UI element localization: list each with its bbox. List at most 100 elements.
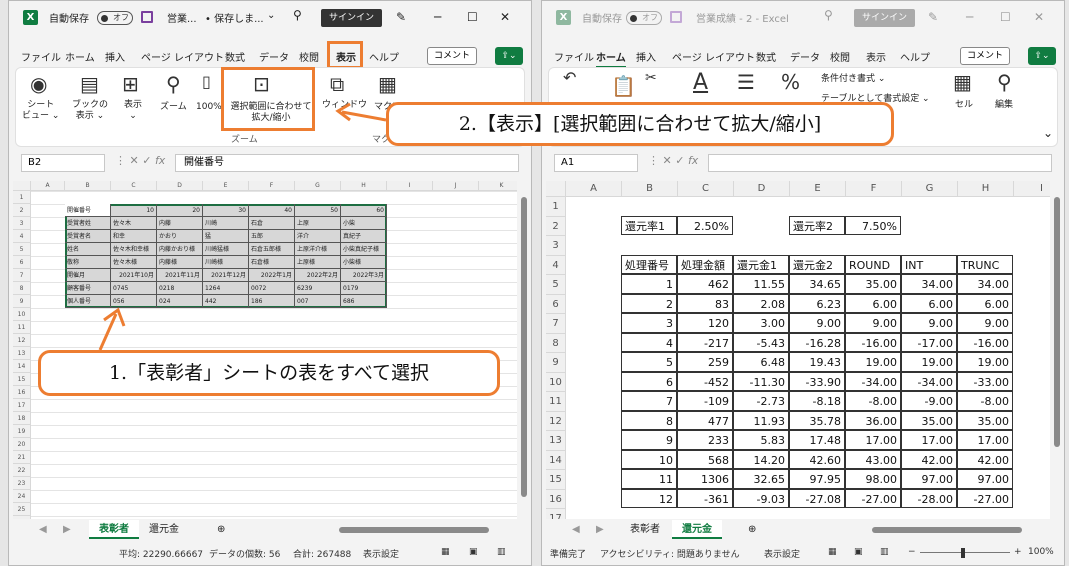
maximize-icon[interactable]: ☐ [1000, 10, 1011, 24]
table-cell[interactable]: ROUND [845, 254, 901, 274]
table-cell[interactable]: 17.00 [957, 430, 1013, 450]
table-cell[interactable]: 19.00 [957, 352, 1013, 372]
table-cell[interactable]: 処理金額 [677, 254, 733, 274]
table-cell[interactable]: 17.00 [901, 430, 957, 450]
table-cell[interactable]: -361 [677, 488, 733, 508]
vertical-scrollbar[interactable] [519, 181, 529, 519]
font-color-icon[interactable]: A [693, 70, 708, 95]
select-all-corner[interactable] [13, 181, 31, 191]
table-cell[interactable]: 30 [203, 204, 249, 217]
table-cell[interactable]: 568 [677, 449, 733, 469]
row-header[interactable]: 5 [546, 275, 566, 295]
row-header[interactable]: 11 [546, 392, 566, 412]
table-cell[interactable]: 477 [677, 410, 733, 430]
table-cell[interactable]: 50 [295, 204, 341, 217]
normal-view-icon[interactable]: ▦ [441, 547, 450, 557]
close-icon[interactable]: ✕ [1034, 10, 1044, 24]
minimize-icon[interactable]: ─ [434, 10, 441, 24]
display-settings-button[interactable]: 表示設定 [764, 547, 800, 560]
table-cell[interactable]: 19.00 [845, 352, 901, 372]
column-header[interactable]: K [479, 181, 517, 191]
table-cell[interactable]: 小柴様 [341, 256, 387, 269]
menu-review[interactable]: 校閲 [830, 49, 850, 64]
horizontal-scrollbar[interactable] [339, 527, 489, 533]
sheet-view-button[interactable]: シート ビュー ⌄ [22, 100, 59, 122]
table-cell[interactable]: 3.00 [733, 313, 789, 333]
table-cell[interactable]: 9.00 [789, 313, 845, 333]
table-cell[interactable]: 内藤かおり様 [157, 243, 203, 256]
zoom-slider[interactable] [920, 552, 1010, 553]
row-header[interactable]: 3 [13, 217, 31, 230]
table-cell[interactable]: -109 [677, 391, 733, 411]
table-cell[interactable]: 6.00 [957, 293, 1013, 313]
table-cell[interactable]: 97.00 [957, 469, 1013, 489]
tab-refund[interactable]: 還元金 [672, 520, 722, 539]
tab-next-icon[interactable]: ▶ [53, 520, 81, 539]
table-cell[interactable]: 17.00 [845, 430, 901, 450]
table-cell[interactable]: 35.00 [901, 410, 957, 430]
table-cell[interactable]: 98.00 [845, 469, 901, 489]
row-header[interactable]: 2 [546, 216, 566, 236]
table-cell[interactable]: 6.00 [901, 293, 957, 313]
row-header[interactable]: 1 [546, 197, 566, 217]
table-cell[interactable]: 7.50% [845, 215, 901, 235]
sign-in-button[interactable]: サインイン [854, 9, 916, 27]
table-cell[interactable]: 姓名 [65, 243, 111, 256]
row-header[interactable]: 18 [13, 412, 31, 425]
table-cell[interactable]: 小柴真紀子様 [341, 243, 387, 256]
table-cell[interactable]: 43.00 [845, 449, 901, 469]
column-header[interactable]: F [846, 181, 902, 197]
table-cell[interactable]: 34.00 [901, 274, 957, 294]
comment-button[interactable]: コメント [960, 47, 1011, 65]
row-header[interactable]: 19 [13, 425, 31, 438]
table-cell[interactable]: 2022年3月 [341, 269, 387, 282]
zoom-100-icon[interactable]: ▯ [202, 72, 211, 91]
column-header[interactable]: I [387, 181, 433, 191]
menu-help[interactable]: ヘルプ [369, 49, 399, 64]
undo-icon[interactable]: ↶ [563, 68, 576, 87]
select-all-corner[interactable] [546, 181, 566, 197]
table-cell[interactable]: 36.00 [845, 410, 901, 430]
table-cell[interactable]: 還元金1 [733, 254, 789, 274]
workbook-view-button[interactable]: ブックの 表示 ⌄ [72, 100, 108, 122]
table-cell[interactable]: 42.00 [901, 449, 957, 469]
save-icon[interactable] [670, 11, 682, 23]
table-cell[interactable]: 1306 [677, 469, 733, 489]
autosave-toggle[interactable]: オフ [626, 11, 662, 25]
table-cell[interactable]: 11.93 [733, 410, 789, 430]
table-cell[interactable]: TRUNC [957, 254, 1013, 274]
table-cell[interactable]: -8.00 [845, 391, 901, 411]
row-header[interactable]: 22 [13, 464, 31, 477]
cells-icon[interactable]: ▦ [953, 70, 972, 94]
column-header[interactable]: F [249, 181, 295, 191]
table-cell[interactable]: 受賞者姓 [65, 217, 111, 230]
row-header[interactable]: 2 [13, 204, 31, 217]
table-cell[interactable]: -27.00 [957, 488, 1013, 508]
table-cell[interactable]: 186 [249, 295, 295, 308]
zoom-100-button[interactable]: 100% [196, 102, 222, 113]
share-button[interactable]: ⇪⌄ [1028, 47, 1056, 65]
column-header[interactable]: C [111, 181, 157, 191]
table-cell[interactable]: 9.00 [957, 313, 1013, 333]
vertical-scrollbar[interactable] [1052, 181, 1062, 519]
table-cell[interactable]: 60 [341, 204, 387, 217]
display-settings-button[interactable]: 表示設定 [363, 547, 399, 560]
align-icon[interactable]: ☰ [737, 70, 755, 94]
table-cell[interactable]: 2.08 [733, 293, 789, 313]
table-cell[interactable]: 開催番号 [65, 204, 111, 217]
table-cell[interactable]: 14.20 [733, 449, 789, 469]
table-cell[interactable]: 259 [677, 352, 733, 372]
row-header[interactable]: 10 [546, 372, 566, 392]
row-header[interactable]: 21 [13, 451, 31, 464]
table-cell[interactable]: 開催月 [65, 269, 111, 282]
macro-icon[interactable]: ▦ [378, 72, 397, 96]
table-cell[interactable]: 五郎 [249, 230, 295, 243]
table-cell[interactable]: 35.78 [789, 410, 845, 430]
table-cell[interactable]: -9.03 [733, 488, 789, 508]
table-cell[interactable]: 97.95 [789, 469, 845, 489]
menu-data[interactable]: データ [259, 49, 289, 64]
table-cell[interactable]: 2021年12月 [203, 269, 249, 282]
table-cell[interactable]: 9 [621, 430, 677, 450]
new-window-icon[interactable]: ⧉ [330, 72, 344, 96]
column-header[interactable]: G [295, 181, 341, 191]
